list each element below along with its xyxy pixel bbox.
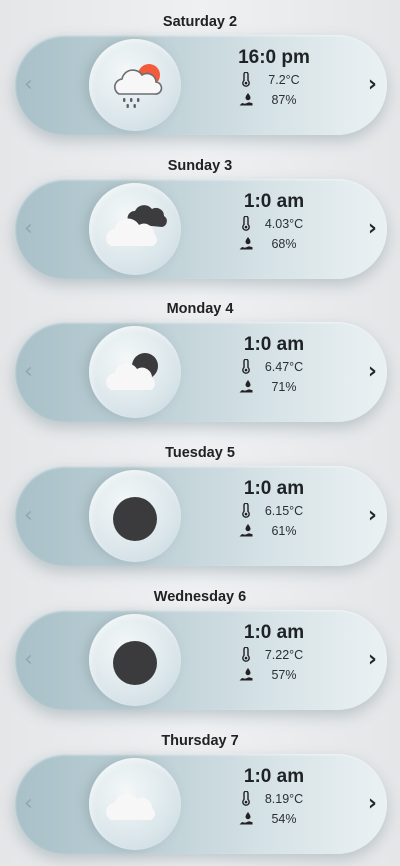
temperature-row: 8.19°C <box>209 791 339 808</box>
humidity-row: 87% <box>209 92 339 109</box>
weather-icon-disc <box>89 183 181 275</box>
weather-icon-disc <box>89 758 181 850</box>
day-title: Thursday 7 <box>161 733 239 749</box>
humidity-icon <box>239 237 253 250</box>
forecast-card: ‹ 16:0 pm 7.2°C 87% › <box>14 35 387 135</box>
prev-button[interactable]: ‹ <box>24 361 33 383</box>
day-section: Saturday 2 ‹ 16:0 pm 7.2°C 87% › <box>0 0 400 140</box>
time-label: 1:0 am <box>243 334 305 355</box>
forecast-info: 1:0 am 7.22°C 57% <box>209 622 339 684</box>
prev-button[interactable]: ‹ <box>24 649 33 671</box>
humidity-icon <box>239 524 253 537</box>
day-title: Monday 4 <box>166 301 234 317</box>
next-button[interactable]: › <box>368 218 377 240</box>
forecast-card: ‹ 1:0 am 6.15°C 61% › <box>14 466 387 566</box>
temperature-row: 6.15°C <box>209 503 339 520</box>
temperature-value: 7.22°C <box>264 648 304 662</box>
humidity-value: 61% <box>271 524 297 538</box>
moon-icon <box>113 497 157 541</box>
time-label: 1:0 am <box>243 191 305 212</box>
prev-button[interactable]: ‹ <box>24 218 33 240</box>
cloudy-night-icon <box>106 205 167 246</box>
temperature-row: 7.22°C <box>209 647 339 664</box>
humidity-icon <box>239 380 253 393</box>
humidity-icon <box>239 93 253 106</box>
prev-button[interactable]: ‹ <box>24 74 33 96</box>
humidity-row: 68% <box>209 236 339 253</box>
thermometer-icon <box>242 72 250 87</box>
day-title: Tuesday 5 <box>165 445 235 461</box>
thermometer-icon <box>242 359 250 374</box>
weather-icon-disc <box>89 470 181 562</box>
day-section: Sunday 3 ‹ 1:0 am 4.03°C 68% › <box>0 144 400 284</box>
humidity-value: 68% <box>271 237 297 251</box>
forecast-info: 16:0 pm 7.2°C 87% <box>209 47 339 109</box>
next-button[interactable]: › <box>368 74 377 96</box>
forecast-info: 1:0 am 6.47°C 71% <box>209 334 339 396</box>
humidity-icon <box>239 812 253 825</box>
day-title: Sunday 3 <box>167 158 233 174</box>
cloud-moon-icon <box>106 353 158 390</box>
forecast-card: ‹ 1:0 am 7.22°C 57% › <box>14 610 387 710</box>
forecast-card: ‹ 1:0 am 6.47°C 71% › <box>14 322 387 422</box>
day-section: Monday 4 ‹ 1:0 am 6.47°C 71% › <box>0 287 400 427</box>
next-button[interactable]: › <box>368 505 377 527</box>
time-label: 16:0 pm <box>238 47 310 68</box>
weather-icon-disc <box>89 326 181 418</box>
weather-icon-disc <box>89 614 181 706</box>
cloud-icon <box>106 793 155 820</box>
humidity-value: 54% <box>271 812 297 826</box>
thermometer-icon <box>242 647 250 662</box>
day-section: Thursday 7 ‹ 1:0 am 8.19°C 54% › <box>0 719 400 859</box>
temperature-value: 7.2°C <box>268 73 300 87</box>
day-section: Wednesday 6 ‹ 1:0 am 7.22°C 57% › <box>0 575 400 715</box>
time-label: 1:0 am <box>243 478 305 499</box>
temperature-row: 4.03°C <box>209 216 339 233</box>
temperature-value: 6.15°C <box>264 504 304 518</box>
day-section: Tuesday 5 ‹ 1:0 am 6.15°C 61% › <box>0 431 400 571</box>
humidity-row: 71% <box>209 379 339 396</box>
thermometer-icon <box>242 503 250 518</box>
temperature-row: 7.2°C <box>209 72 339 89</box>
moon-icon <box>113 641 157 685</box>
thermometer-icon <box>242 791 250 806</box>
prev-button[interactable]: ‹ <box>24 505 33 527</box>
temperature-value: 6.47°C <box>264 360 304 374</box>
humidity-value: 87% <box>271 93 297 107</box>
humidity-icon <box>239 668 253 681</box>
day-title: Wednesday 6 <box>153 589 247 605</box>
next-button[interactable]: › <box>368 649 377 671</box>
temperature-row: 6.47°C <box>209 359 339 376</box>
next-button[interactable]: › <box>368 793 377 815</box>
next-button[interactable]: › <box>368 361 377 383</box>
humidity-value: 71% <box>271 380 297 394</box>
thermometer-icon <box>242 216 250 231</box>
forecast-card: ‹ 1:0 am 4.03°C 68% › <box>14 179 387 279</box>
prev-button[interactable]: ‹ <box>24 793 33 815</box>
forecast-info: 1:0 am 6.15°C 61% <box>209 478 339 540</box>
weather-icon-disc <box>89 39 181 131</box>
forecast-info: 1:0 am 4.03°C 68% <box>209 191 339 253</box>
temperature-value: 4.03°C <box>264 217 304 231</box>
humidity-value: 57% <box>271 668 297 682</box>
humidity-row: 57% <box>209 667 339 684</box>
humidity-row: 61% <box>209 523 339 540</box>
cloud-sun-rain-icon <box>114 64 163 108</box>
time-label: 1:0 am <box>243 622 305 643</box>
time-label: 1:0 am <box>243 766 305 787</box>
temperature-value: 8.19°C <box>264 792 304 806</box>
forecast-list: Saturday 2 ‹ 16:0 pm 7.2°C 87% › Sunday … <box>0 0 400 866</box>
forecast-info: 1:0 am 8.19°C 54% <box>209 766 339 828</box>
humidity-row: 54% <box>209 811 339 828</box>
day-title: Saturday 2 <box>162 14 238 30</box>
forecast-card: ‹ 1:0 am 8.19°C 54% › <box>14 754 387 854</box>
